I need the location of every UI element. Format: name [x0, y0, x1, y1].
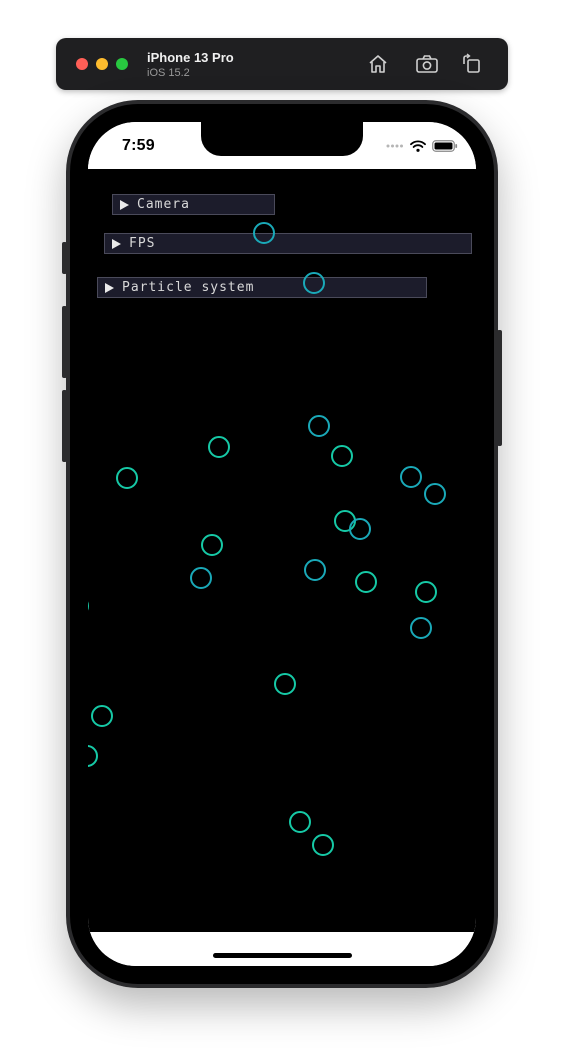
status-time: 7:59	[122, 137, 155, 154]
rotate-icon	[463, 53, 480, 73]
wifi-icon	[410, 140, 426, 152]
particle	[349, 518, 371, 540]
particle	[190, 567, 212, 589]
battery-icon	[432, 140, 458, 152]
device-os-version: iOS 15.2	[147, 67, 190, 79]
particle	[201, 534, 223, 556]
simulator-toolbar: iPhone 13 Pro iOS 15.2	[56, 38, 508, 90]
particle	[208, 436, 230, 458]
screenshot-button[interactable]	[414, 51, 440, 77]
particle	[88, 745, 98, 767]
home-indicator-area	[88, 932, 476, 966]
app-canvas[interactable]: Camera FPS Particle system	[88, 169, 476, 932]
particle	[303, 272, 325, 294]
particle	[415, 581, 437, 603]
camera-icon	[416, 55, 438, 73]
minimize-window-button[interactable]	[96, 58, 108, 70]
close-window-button[interactable]	[76, 58, 88, 70]
particle	[331, 445, 353, 467]
particle	[312, 834, 334, 856]
particle	[91, 705, 113, 727]
device-name: iPhone 13 Pro	[147, 50, 234, 65]
notch	[201, 122, 363, 156]
particle	[355, 571, 377, 593]
rotate-button[interactable]	[458, 51, 484, 77]
particle	[274, 673, 296, 695]
particle	[253, 222, 275, 244]
particle-layer	[88, 222, 446, 856]
particle	[116, 467, 138, 489]
particle	[410, 617, 432, 639]
particle	[334, 510, 356, 532]
home-icon	[369, 55, 387, 73]
particle	[304, 559, 326, 581]
status-icons	[386, 140, 458, 152]
signal-dots-icon	[386, 144, 403, 148]
zoom-window-button[interactable]	[116, 58, 128, 70]
particle	[289, 811, 311, 833]
particle	[308, 415, 330, 437]
particle	[400, 466, 422, 488]
home-button[interactable]	[365, 51, 391, 77]
home-indicator[interactable]	[213, 953, 352, 958]
particle	[424, 483, 446, 505]
phone-screen: 7:59 Camera FPS Particle system	[88, 122, 476, 966]
